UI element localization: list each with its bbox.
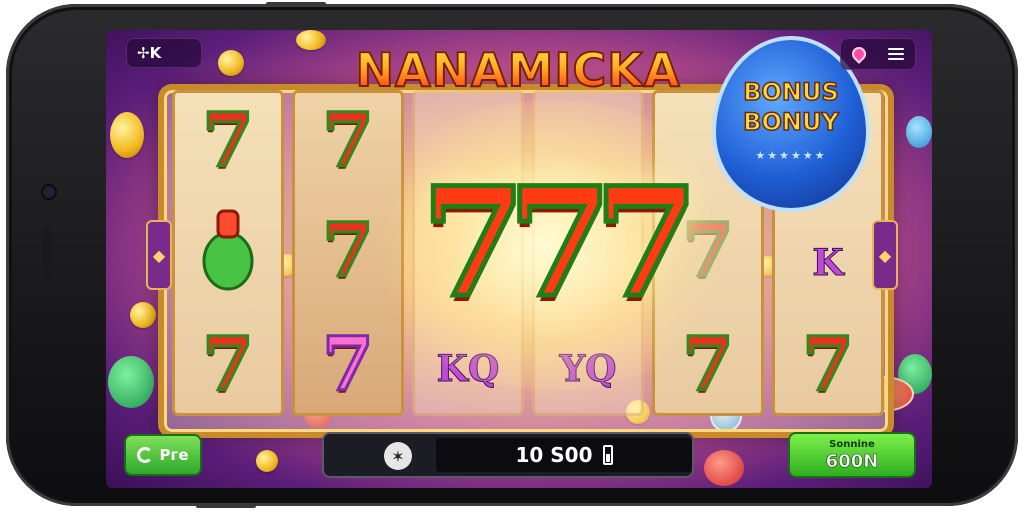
bet-value-display: 10 S00: [436, 438, 692, 472]
bet-value: 10 S00: [515, 443, 593, 467]
spin-button[interactable]: Sonnine 600N: [788, 432, 916, 478]
seven-symbol: 7: [801, 322, 856, 408]
left-action-button[interactable]: Pгe: [124, 434, 202, 476]
phone-top-button: [266, 2, 326, 6]
bonus-stars: ★★★★★★: [755, 149, 827, 162]
back-button[interactable]: ✢K: [126, 38, 202, 68]
seven-symbol-pink: 7: [321, 322, 376, 408]
spin-amount: 600N: [825, 451, 879, 472]
battery-icon: [602, 445, 613, 465]
blue-chip: [906, 116, 932, 148]
bet-panel: ✶ 10 S00: [322, 432, 694, 478]
floating-coin: [218, 50, 244, 76]
right-arrow-button[interactable]: ◆: [872, 220, 898, 290]
speaker-slot: [43, 226, 52, 282]
game-screen: 7 7 7 7 7 KQ YQ 7 7 K 7 777 ◆: [106, 30, 932, 488]
seven-symbol: 7: [201, 98, 256, 184]
green-chip: [108, 356, 154, 408]
spin-top-label: Sonnine: [829, 439, 875, 450]
floating-coin: [256, 450, 278, 472]
back-button-label: ✢K: [137, 44, 162, 62]
k-symbol: K: [812, 242, 844, 285]
bonus-line-2: BONUY: [742, 107, 839, 137]
map-pin-icon[interactable]: [849, 44, 869, 64]
chevron-left-icon: ◆: [152, 245, 166, 265]
top-right-controls: [840, 38, 916, 70]
menu-icon[interactable]: [888, 48, 904, 60]
game-title: NANAMICKA: [354, 34, 680, 106]
left-action-label: Pгe: [159, 446, 189, 464]
reel-1: 7 7: [172, 90, 284, 416]
front-camera: [43, 186, 55, 198]
refresh-icon: [137, 447, 154, 463]
bet-settings-icon[interactable]: ✶: [384, 442, 412, 470]
bottle-symbol: [175, 203, 281, 297]
phone-frame: 7 7 7 7 7 KQ YQ 7 7 K 7 777 ◆: [6, 2, 1018, 508]
chevron-right-icon: ◆: [878, 245, 892, 265]
floating-coin: [296, 30, 326, 50]
phone-bottom-button: [196, 504, 256, 508]
left-arrow-button[interactable]: ◆: [146, 220, 172, 290]
floating-coin: [110, 112, 144, 158]
big-777-symbol: 777: [419, 155, 701, 331]
bonus-line-1: BONUS: [742, 77, 839, 107]
red-chip: [704, 450, 744, 486]
floating-coin: [130, 302, 156, 328]
seven-symbol: 7: [201, 322, 256, 408]
